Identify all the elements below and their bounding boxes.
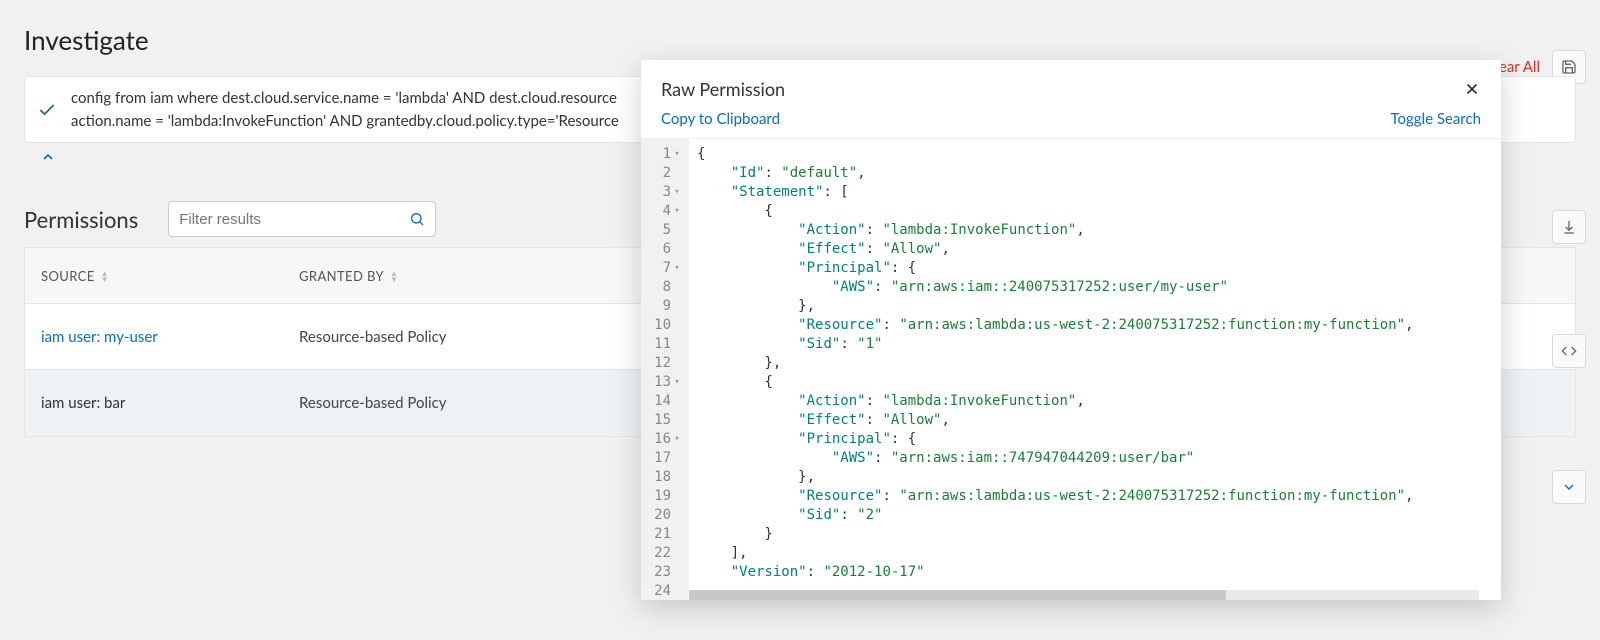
- download-button[interactable]: [1552, 210, 1586, 244]
- line-gutter: 1▾23▾4▾567▾8910111213▾141516▾17181920212…: [641, 139, 689, 600]
- filter-results-input[interactable]: [179, 211, 409, 228]
- scroll-thumb[interactable]: [689, 590, 1226, 600]
- sort-icon: ▲▼: [101, 270, 109, 282]
- source-link[interactable]: iam user: my-user: [41, 328, 158, 346]
- chevron-down-icon: [1561, 479, 1577, 495]
- copy-to-clipboard-link[interactable]: Copy to Clipboard: [661, 110, 780, 128]
- modal-title: Raw Permission: [661, 78, 1463, 100]
- close-icon: [1463, 80, 1481, 98]
- toggle-search-link[interactable]: Toggle Search: [1390, 110, 1481, 128]
- view-code-button[interactable]: [1552, 334, 1586, 368]
- sort-icon: ▲▼: [390, 270, 398, 282]
- search-icon: [409, 211, 425, 227]
- column-source[interactable]: SOURCE ▲▼: [25, 268, 283, 284]
- filter-results-field[interactable]: [168, 201, 436, 237]
- cell-source: iam user: my-user: [25, 328, 283, 346]
- column-label: GRANTED BY: [299, 268, 384, 284]
- download-icon: [1561, 219, 1577, 235]
- close-button[interactable]: [1463, 80, 1481, 98]
- code-editor[interactable]: 1▾23▾4▾567▾8910111213▾141516▾17181920212…: [641, 138, 1501, 600]
- column-label: SOURCE: [41, 268, 95, 284]
- permissions-heading: Permissions: [24, 206, 138, 233]
- save-icon: [1561, 59, 1577, 75]
- code-content[interactable]: { "Id": "default", "Statement": [ { "Act…: [689, 139, 1501, 600]
- valid-check-icon: [37, 100, 57, 120]
- horizontal-scrollbar[interactable]: [689, 590, 1479, 600]
- cell-source: iam user: bar: [25, 394, 283, 412]
- expand-button[interactable]: [1552, 470, 1586, 504]
- raw-permission-modal: Raw Permission Copy to Clipboard Toggle …: [641, 60, 1501, 600]
- code-icon: [1561, 343, 1577, 359]
